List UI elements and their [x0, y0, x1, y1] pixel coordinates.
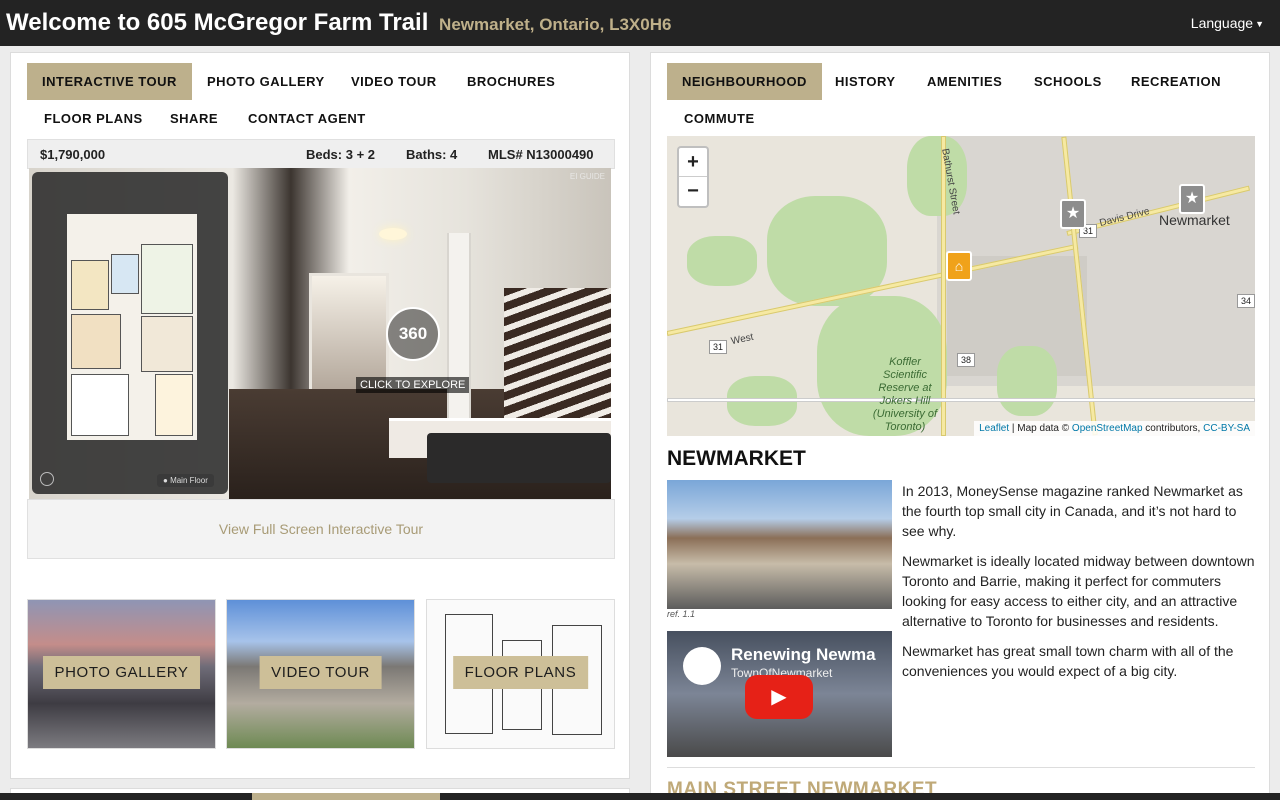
caret-down-icon: ▼ [1255, 19, 1264, 30]
tab-video-tour[interactable]: VIDEO TOUR [336, 63, 452, 100]
route-38-shield: 38 [957, 353, 975, 367]
floorplan-image [67, 214, 197, 440]
neighbourhood-panel: NEIGHBOURHOOD HISTORY AMENITIES SCHOOLS … [650, 52, 1270, 800]
fp-room [71, 314, 121, 369]
beds-count: Beds: 3 + 2 [306, 147, 376, 162]
play-icon[interactable]: ▶ [745, 675, 813, 719]
mls-number: MLS# N13000490 [488, 147, 594, 162]
photo-gallery-thumb-label: PHOTO GALLERY [42, 656, 201, 689]
floor-selector[interactable]: ● Main Floor [157, 474, 214, 487]
fp-room [71, 374, 129, 436]
map-zoom-control: + − [677, 146, 709, 208]
top-header: Welcome to 605 McGregor Farm Trail Newma… [0, 0, 1280, 46]
zoom-in-button[interactable]: + [679, 148, 707, 177]
fp-room [141, 316, 193, 372]
fp-room [71, 260, 109, 310]
youtube-video-embed[interactable]: Renewing Newma TownOfNewmarket ▶ [667, 631, 892, 757]
360-icon[interactable]: 360 [386, 307, 440, 361]
section-divider [667, 767, 1255, 768]
baths-count: Baths: 4 [406, 147, 458, 162]
compass-icon[interactable] [40, 472, 54, 486]
fullscreen-tour-link[interactable]: View Full Screen Interactive Tour [27, 499, 615, 559]
star-marker-icon[interactable]: ★ [1060, 199, 1086, 229]
route-34-shield: 34 [1237, 294, 1255, 308]
tab-recreation[interactable]: RECREATION [1116, 63, 1236, 100]
green-area [687, 236, 757, 286]
click-to-explore-label[interactable]: CLICK TO EXPLORE [356, 377, 470, 393]
tour-brand-logo: EI GUIDE [569, 172, 605, 181]
main-street-photo [667, 480, 892, 609]
tab-neighbourhood[interactable]: NEIGHBOURHOOD [667, 63, 822, 100]
floorplan-minimap[interactable]: ● Main Floor [32, 172, 228, 494]
video-tour-thumb-label: VIDEO TOUR [259, 656, 382, 689]
tab-history[interactable]: HISTORY [820, 63, 911, 100]
newmarket-map-label: Newmarket [1159, 212, 1230, 228]
zoom-out-button[interactable]: − [679, 177, 707, 206]
neighbourhood-title: NEWMARKET [667, 447, 806, 470]
bottom-nav-active-indicator [252, 793, 440, 800]
photo-reference: ref. 1.1 [667, 609, 696, 619]
language-dropdown[interactable]: Language ▼ [1191, 15, 1264, 31]
fp-room [111, 254, 139, 294]
road [667, 398, 1255, 402]
video-tour-thumb[interactable]: VIDEO TOUR [226, 599, 415, 749]
tab-contact-agent[interactable]: CONTACT AGENT [233, 100, 381, 137]
bottom-nav-bar [0, 793, 1280, 800]
floor-plans-thumb[interactable]: FLOOR PLANS [426, 599, 615, 749]
attribution-text: | Map data © [1009, 423, 1072, 434]
tab-schools[interactable]: SCHOOLS [1019, 63, 1117, 100]
description-paragraph: Newmarket has great small town charm wit… [902, 643, 1234, 679]
listing-panel: INTERACTIVE TOUR PHOTO GALLERY VIDEO TOU… [10, 52, 630, 779]
floor-selector-label: Main Floor [170, 476, 208, 485]
page-title: Welcome to 605 McGregor Farm Trail Newma… [6, 9, 671, 37]
tab-commute[interactable]: COMMUTE [669, 100, 770, 137]
property-city: Newmarket, Ontario, L3X0H6 [439, 15, 672, 34]
star-marker-icon[interactable]: ★ [1179, 184, 1205, 214]
map-attribution: Leaflet | Map data © OpenStreetMap contr… [974, 421, 1255, 436]
tab-share[interactable]: SHARE [155, 100, 233, 137]
description-paragraph: Newmarket is ideally located midway betw… [902, 553, 1255, 629]
tour-column [447, 233, 471, 433]
home-marker-icon[interactable]: ⌂ [946, 251, 972, 281]
tab-floor-plans[interactable]: FLOOR PLANS [29, 100, 158, 137]
photo-gallery-thumb[interactable]: PHOTO GALLERY [27, 599, 216, 749]
attribution-text: contributors, [1142, 423, 1204, 434]
osm-link[interactable]: OpenStreetMap [1072, 423, 1143, 434]
listing-summary-bar: $1,790,000 Beds: 3 + 2 Baths: 4 MLS# N13… [27, 139, 615, 169]
floor-plans-thumb-label: FLOOR PLANS [452, 656, 589, 689]
west-label: West [730, 331, 755, 348]
video-title[interactable]: Renewing Newma [731, 645, 876, 665]
neighbourhood-description: In 2013, MoneySense magazine ranked Newm… [902, 481, 1258, 691]
license-link[interactable]: CC-BY-SA [1203, 423, 1250, 434]
fp-room [155, 374, 193, 436]
leaflet-link[interactable]: Leaflet [979, 423, 1009, 434]
neighbourhood-map[interactable]: Bathurst Street Davis Drive West 31 31 3… [667, 136, 1255, 436]
channel-logo-icon [683, 647, 721, 685]
property-address: Welcome to 605 McGregor Farm Trail [6, 9, 429, 36]
route-31-shield: 31 [709, 340, 727, 354]
description-paragraph: In 2013, MoneySense magazine ranked Newm… [902, 483, 1243, 539]
price: $1,790,000 [40, 147, 106, 162]
tour-staircase [504, 288, 611, 418]
ceiling-light [379, 228, 407, 240]
tab-amenities[interactable]: AMENITIES [912, 63, 1017, 100]
tab-interactive-tour[interactable]: INTERACTIVE TOUR [27, 63, 192, 100]
fp-room [141, 244, 193, 314]
koffler-reserve-label: Koffler Scientific Reserve at Jokers Hil… [872, 356, 938, 433]
tab-brochures[interactable]: BROCHURES [452, 63, 570, 100]
language-label: Language [1190, 15, 1254, 31]
tour-bench [427, 433, 611, 483]
interactive-tour-viewer[interactable]: EI GUIDE ● Main Floor 360 CLICK TO EXPLO… [29, 168, 611, 499]
green-area [997, 346, 1057, 416]
tab-photo-gallery[interactable]: PHOTO GALLERY [192, 63, 340, 100]
